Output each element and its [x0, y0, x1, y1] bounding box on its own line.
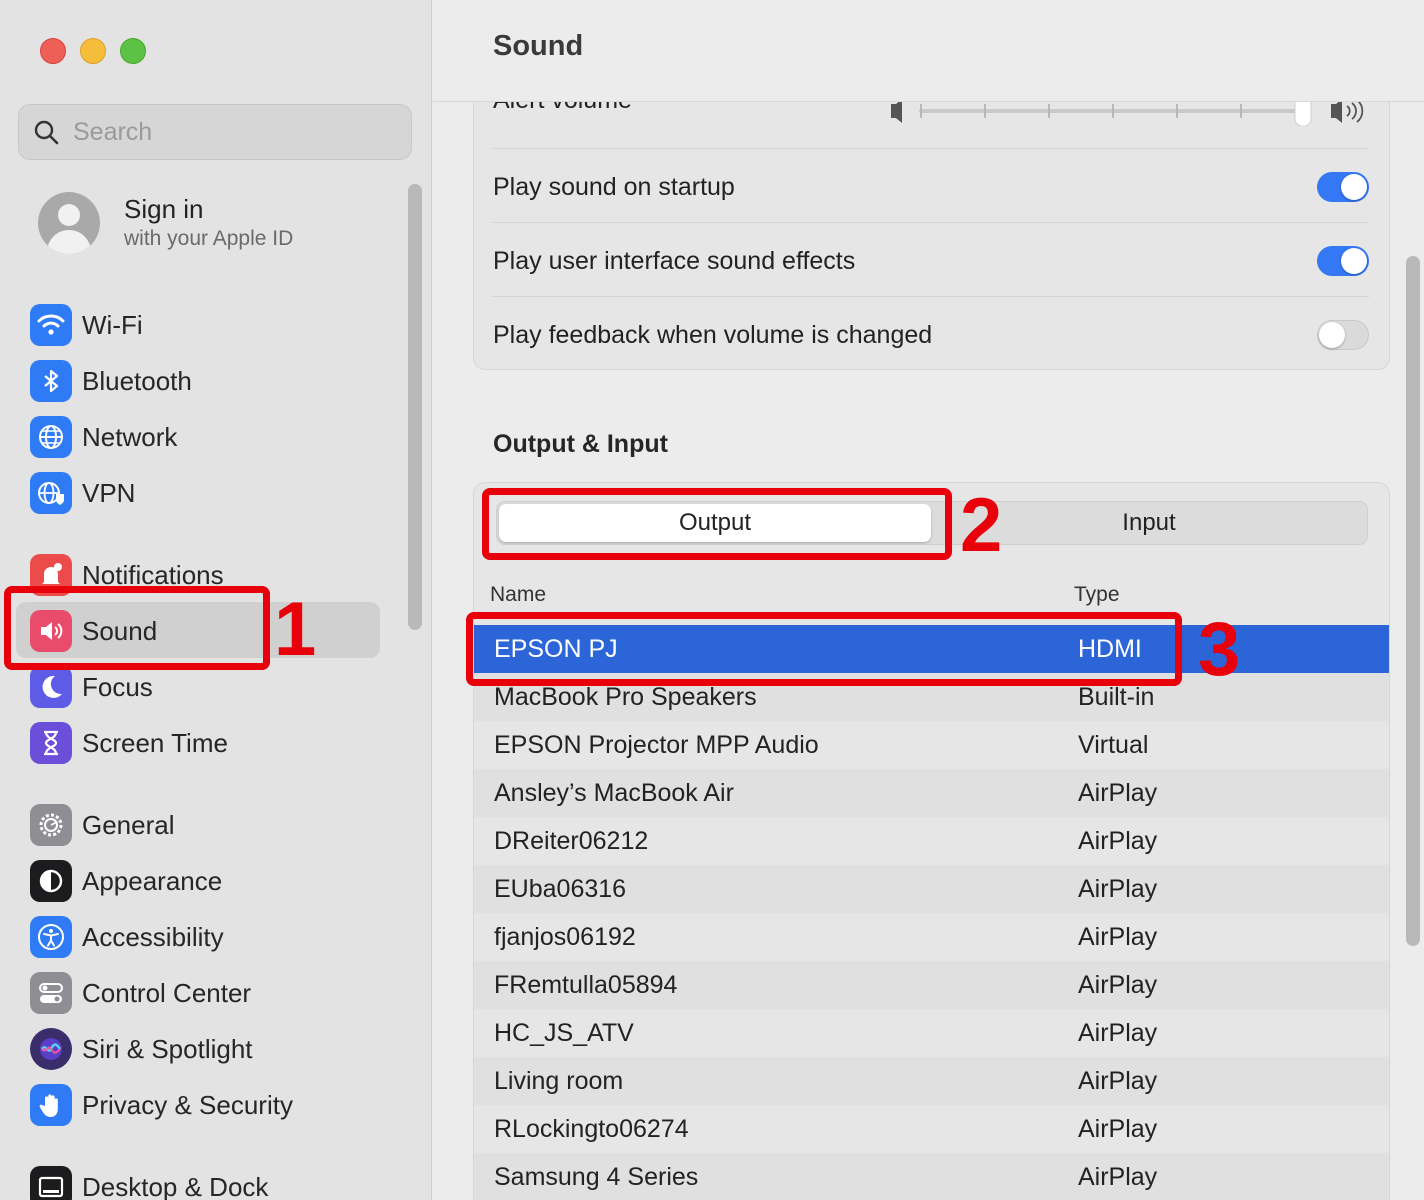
volume-feedback-toggle[interactable]: [1317, 320, 1369, 350]
table-row[interactable]: FRemtulla05894 AirPlay: [474, 961, 1389, 1009]
setting-label: Play user interface sound effects: [493, 246, 856, 275]
sidebar-item-label: Siri & Spotlight: [82, 1033, 253, 1064]
sidebar-item-siri-spotlight[interactable]: Siri & Spotlight: [30, 1026, 253, 1072]
table-row[interactable]: Samsung 4 Series AirPlay: [474, 1153, 1389, 1200]
table-row[interactable]: HC_JS_ATV AirPlay: [474, 1009, 1389, 1057]
output-input-card: Output Input Name Type EPSON PJ HDMI MacB…: [473, 482, 1390, 1200]
table-row[interactable]: fjanjos06192 AirPlay: [474, 913, 1389, 961]
vpn-icon: [30, 472, 72, 514]
minimize-window-button[interactable]: [80, 38, 106, 64]
sidebar-item-desktop-dock[interactable]: Desktop & Dock: [30, 1164, 268, 1200]
table-row[interactable]: Living room AirPlay: [474, 1057, 1389, 1105]
search-icon: [34, 120, 59, 145]
annotation-box-output-tab: [482, 488, 952, 560]
sidebar-item-screen-time[interactable]: Screen Time: [30, 720, 228, 766]
setting-label: Play feedback when volume is changed: [493, 320, 933, 349]
moon-icon: [30, 666, 72, 708]
apple-id-signin[interactable]: Sign in with your Apple ID: [38, 192, 293, 254]
sidebar-item-focus[interactable]: Focus: [30, 664, 153, 710]
gear-icon: [30, 804, 72, 846]
sidebar-item-label: Desktop & Dock: [82, 1171, 269, 1200]
sidebar-item-label: Accessibility: [82, 921, 224, 952]
sidebar-item-bluetooth[interactable]: Bluetooth: [30, 358, 192, 404]
sidebar-item-label: Appearance: [82, 865, 223, 896]
sidebar-item-control-center[interactable]: Control Center: [30, 970, 251, 1016]
hourglass-icon: [30, 722, 72, 764]
dock-icon: [30, 1166, 72, 1200]
appearance-icon: [30, 860, 72, 902]
annotation-box-sound: [4, 586, 270, 670]
toolbar: Sound: [433, 0, 1424, 102]
sidebar-item-wifi[interactable]: Wi-Fi: [30, 302, 143, 348]
accessibility-icon: [30, 916, 72, 958]
sidebar-item-vpn[interactable]: VPN: [30, 470, 135, 516]
sidebar-item-general[interactable]: General: [30, 802, 175, 848]
search-field[interactable]: [18, 104, 412, 160]
close-window-button[interactable]: [40, 38, 66, 64]
window-controls: [40, 38, 146, 64]
sidebar-item-network[interactable]: Network: [30, 414, 177, 460]
sidebar-item-label: Privacy & Security: [82, 1089, 293, 1120]
globe-icon: [30, 416, 72, 458]
table-row[interactable]: EUba06316 AirPlay: [474, 865, 1389, 913]
sidebar-item-appearance[interactable]: Appearance: [30, 858, 222, 904]
table-row[interactable]: RLockingto06274 AirPlay: [474, 1105, 1389, 1153]
table-row[interactable]: DReiter06212 AirPlay: [474, 817, 1389, 865]
table-row[interactable]: EPSON Projector MPP Audio Virtual: [474, 721, 1389, 769]
setting-row-ui-sound-effects: Play user interface sound effects: [493, 224, 1369, 298]
sidebar-item-label: Control Center: [82, 977, 252, 1008]
wifi-icon: [30, 304, 72, 346]
main-scrollbar[interactable]: [1406, 256, 1420, 946]
sidebar-item-label: Wi-Fi: [82, 309, 143, 340]
sidebar-item-privacy-security[interactable]: Privacy & Security: [30, 1082, 293, 1128]
table-row[interactable]: Ansley’s MacBook Air AirPlay: [474, 769, 1389, 817]
bluetooth-icon: [30, 360, 72, 402]
sidebar-item-label: General: [82, 809, 175, 840]
search-input[interactable]: [73, 117, 373, 147]
sound-settings-pane: Sound Alert volume Play sound on startup…: [433, 0, 1424, 1200]
sidebar-item-label: Bluetooth: [82, 365, 192, 396]
annotation-number-1: 1: [274, 587, 317, 672]
sidebar-item-label: Network: [82, 421, 178, 452]
sidebar-item-accessibility[interactable]: Accessibility: [30, 914, 224, 960]
signin-subtitle: with your Apple ID: [124, 227, 294, 250]
startup-sound-toggle[interactable]: [1317, 172, 1369, 202]
zoom-window-button[interactable]: [120, 38, 146, 64]
column-header-type[interactable]: Type: [1074, 583, 1120, 607]
sidebar-item-label: Focus: [82, 671, 153, 702]
setting-row-startup-sound: Play sound on startup: [493, 150, 1369, 224]
setting-label: Play sound on startup: [493, 172, 735, 201]
annotation-number-3: 3: [1198, 607, 1241, 692]
signin-title: Sign in: [124, 194, 204, 224]
annotation-number-2: 2: [960, 483, 1003, 568]
siri-icon: [30, 1028, 72, 1070]
annotation-box-epson-device: [466, 612, 1182, 686]
hand-icon: [30, 1084, 72, 1126]
control-center-icon: [30, 972, 72, 1014]
page-title: Sound: [493, 30, 584, 62]
volume-high-icon: [1331, 99, 1342, 123]
column-header-name[interactable]: Name: [490, 583, 546, 607]
sidebar-item-label: Screen Time: [82, 727, 228, 758]
sidebar-scrollbar[interactable]: [408, 184, 422, 630]
section-title-output-input: Output & Input: [493, 430, 668, 458]
volume-low-icon: [891, 99, 902, 123]
avatar: [38, 192, 100, 254]
setting-row-volume-feedback: Play feedback when volume is changed: [493, 298, 1369, 372]
sidebar-item-label: VPN: [82, 477, 136, 508]
ui-sound-effects-toggle[interactable]: [1317, 246, 1369, 276]
